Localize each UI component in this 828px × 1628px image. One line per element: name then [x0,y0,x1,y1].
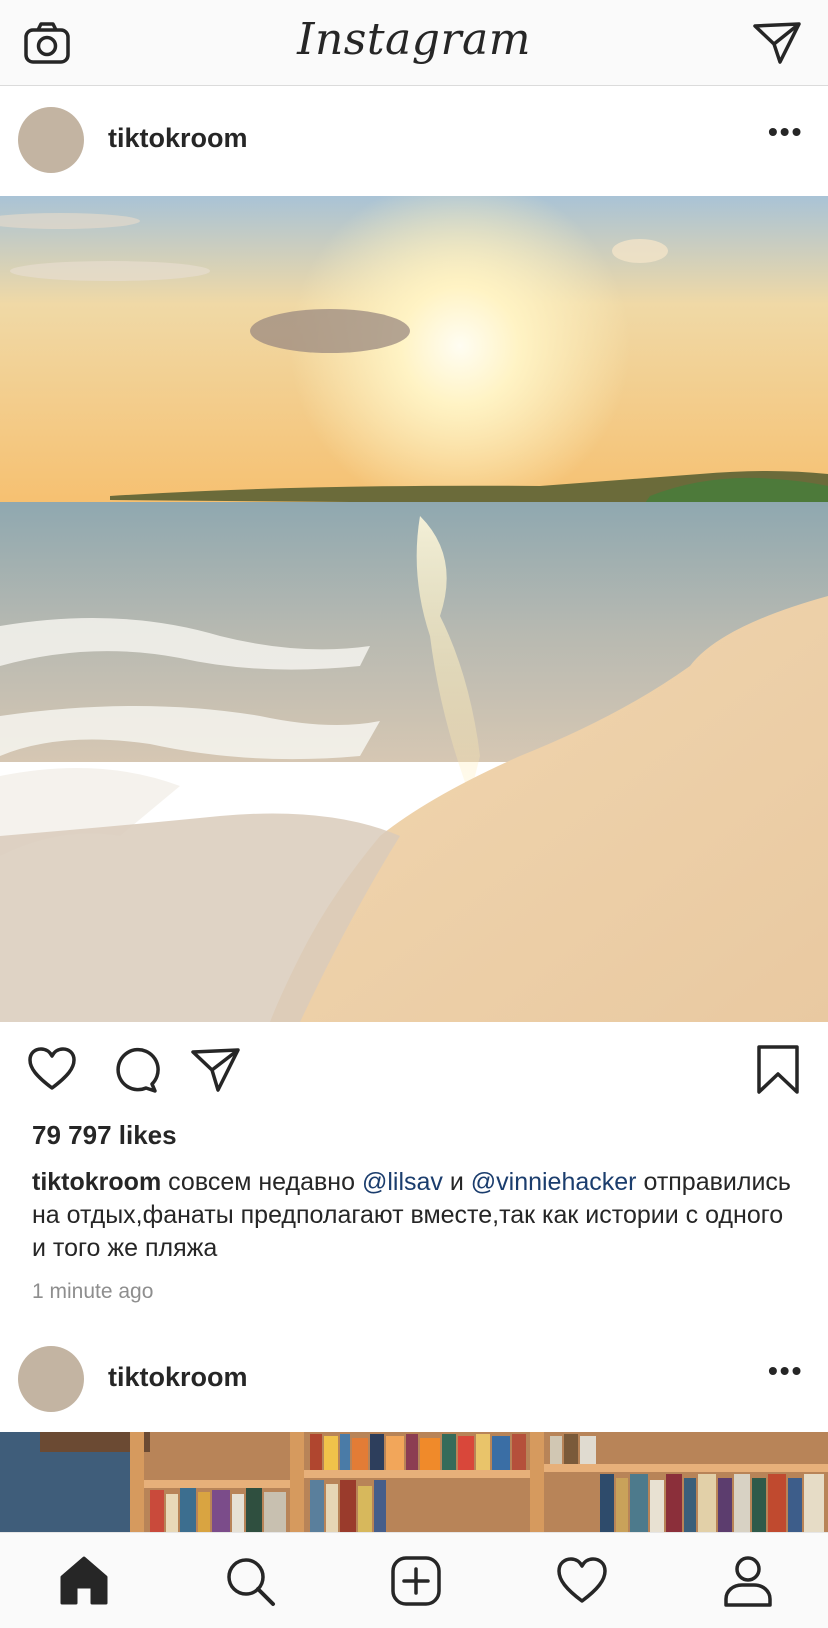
post-photo[interactable] [0,196,828,1022]
avatar[interactable] [18,1346,84,1412]
likes-count[interactable]: 79 797 likes [32,1120,177,1151]
more-options-icon[interactable]: ••• [768,117,803,147]
mention-link[interactable]: @vinniehacker [471,1168,637,1196]
post-timestamp: 1 minute ago [32,1280,154,1303]
search-icon[interactable] [222,1553,278,1609]
avatar[interactable] [18,107,84,173]
like-heart-icon[interactable] [26,1044,78,1096]
comment-icon[interactable] [108,1044,160,1096]
post-username[interactable]: tiktokroom [108,123,248,154]
post-header: tiktokroom ••• [0,1326,828,1430]
home-icon[interactable] [56,1553,112,1609]
post-caption: tiktokroom совсем недавно @lilsav и @vin… [32,1166,802,1265]
more-options-icon[interactable]: ••• [768,1356,803,1386]
bookshelf-image [0,1432,828,1532]
profile-icon[interactable] [720,1553,776,1609]
instagram-logo: Instagram [297,14,531,65]
post-username[interactable]: tiktokroom [108,1362,248,1393]
post-actions [0,1022,828,1106]
new-post-icon[interactable] [388,1553,444,1609]
activity-heart-icon[interactable] [554,1553,610,1609]
caption-text: совсем недавно [161,1168,362,1196]
post-photo[interactable] [0,1432,828,1532]
bookmark-icon[interactable] [752,1044,804,1096]
caption-username[interactable]: tiktokroom [32,1168,161,1196]
paper-plane-icon[interactable] [752,20,802,66]
caption-text: и [442,1168,471,1196]
top-bar: Instagram [0,0,828,86]
bottom-tab-bar [0,1532,828,1628]
share-plane-icon[interactable] [190,1044,242,1096]
beach-sunset-image [0,196,828,1022]
post-header: tiktokroom ••• [0,87,828,191]
mention-link[interactable]: @lilsav [362,1168,443,1196]
